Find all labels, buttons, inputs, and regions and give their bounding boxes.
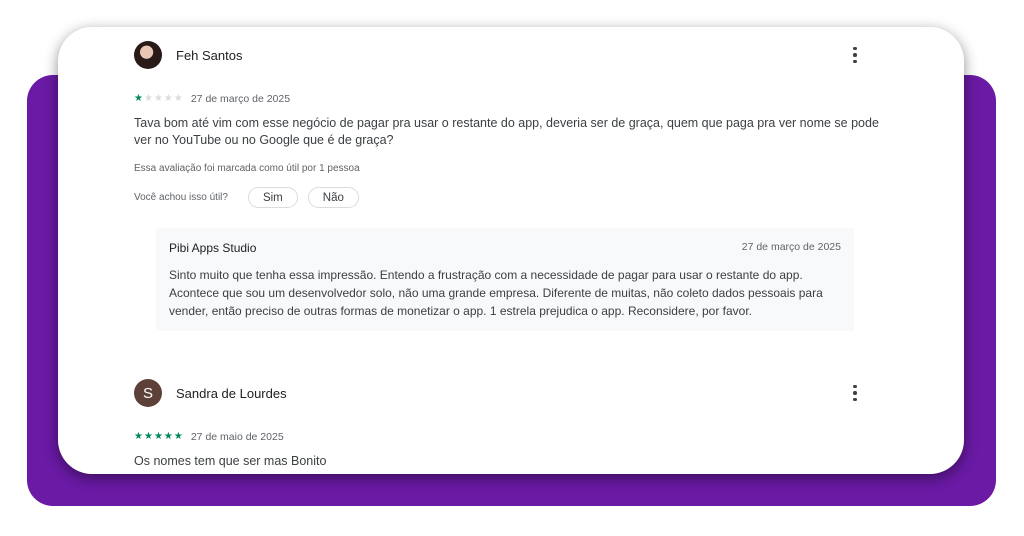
helpful-count-text: Essa avaliação foi marcada como útil por… — [134, 163, 360, 174]
more-vert-icon — [853, 46, 857, 51]
review-author: Feh Santos — [176, 47, 243, 63]
star-rating: ★ ★ ★ ★ ★ — [134, 94, 183, 104]
star-filled-icon: ★ — [134, 431, 143, 442]
avatar: S — [134, 379, 162, 407]
review-text: Os nomes tem que ser mas Bonito — [134, 454, 327, 468]
developer-reply: Pibi Apps Studio 27 de março de 2025 Sin… — [156, 228, 854, 331]
review-meta: ★ ★ ★ ★ ★ 27 de março de 2025 — [134, 92, 290, 106]
star-filled-icon: ★ — [163, 431, 173, 442]
star-filled-icon: ★ — [143, 431, 153, 442]
helpful-no-button[interactable]: Não — [307, 187, 359, 208]
star-filled-icon: ★ — [153, 431, 163, 442]
reply-date: 27 de março de 2025 — [741, 241, 841, 253]
reply-text: Sinto muito que tenha essa impressão. En… — [169, 268, 823, 318]
helpful-row: Você achou isso útil? Sim Não — [134, 187, 369, 208]
star-empty-icon: ★ — [173, 93, 183, 104]
review-text: Tava bom até vim com esse negócio de pag… — [134, 116, 879, 147]
star-empty-icon: ★ — [143, 93, 153, 104]
review-date: 27 de março de 2025 — [190, 93, 291, 105]
avatar — [134, 41, 162, 69]
helpful-yes-button[interactable]: Sim — [247, 187, 298, 208]
star-filled-icon: ★ — [173, 431, 183, 442]
star-empty-icon: ★ — [163, 93, 173, 104]
more-options-button[interactable] — [845, 381, 865, 405]
review-date: 27 de maio de 2025 — [190, 431, 284, 443]
review-author: Sandra de Lourdes — [176, 385, 287, 401]
review-header: Feh Santos — [134, 41, 243, 69]
more-vert-icon — [853, 384, 857, 389]
star-rating: ★ ★ ★ ★ ★ — [134, 432, 183, 442]
more-options-button[interactable] — [845, 43, 865, 67]
star-empty-icon: ★ — [153, 93, 163, 104]
star-filled-icon: ★ — [134, 93, 143, 104]
review-meta: ★ ★ ★ ★ ★ 27 de maio de 2025 — [134, 430, 284, 444]
review-header: S Sandra de Lourdes — [134, 379, 287, 407]
reviews-card: Feh Santos ★ ★ ★ ★ ★ 27 de março de 2025 Tav… — [58, 27, 964, 474]
developer-name: Pibi Apps Studio — [169, 241, 257, 255]
helpful-question: Você achou isso útil? — [134, 192, 228, 203]
